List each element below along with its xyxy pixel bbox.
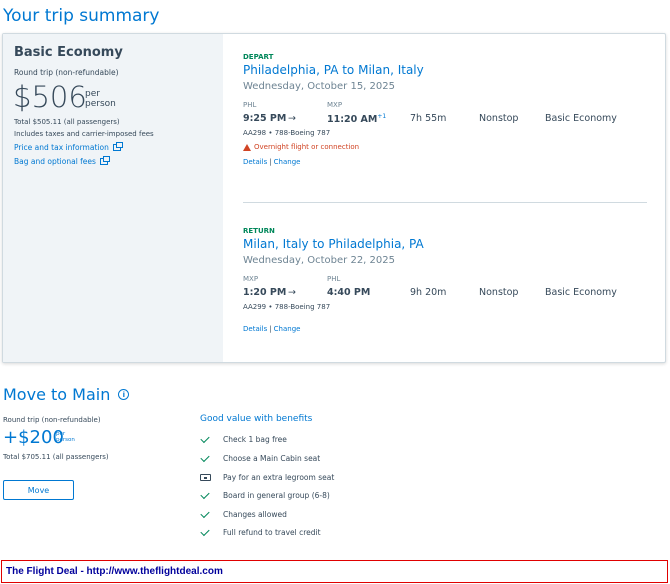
external-link-icon — [112, 142, 123, 151]
flight-number: AA299 • 788-Boeing 787 — [243, 303, 331, 311]
return-airport-codes: MXP PHL — [243, 275, 647, 285]
arrow-icon: → — [288, 113, 296, 124]
benefit-item: Choose a Main Cabin seat — [200, 452, 321, 463]
benefit-text: Pay for an extra legroom seat — [223, 473, 335, 482]
depart-airport-codes: PHL MXP — [243, 101, 647, 111]
fare-summary-panel: Basic Economy Round trip (non-refundable… — [3, 34, 223, 362]
depart-date: Wednesday, October 15, 2025 — [243, 81, 395, 92]
benefit-item: Changes allowed — [200, 508, 287, 519]
arrive-time-group: 11:20 AM+1 — [327, 113, 386, 125]
check-icon — [200, 508, 210, 519]
details-link[interactable]: Details — [243, 158, 267, 166]
benefit-text: Board in general group (6-8) — [223, 491, 330, 500]
bag-fees-link[interactable]: Bag and optional fees — [14, 156, 110, 166]
change-link[interactable]: Change — [274, 325, 301, 333]
depart-route: Philadelphia, PA to Milan, Italy — [243, 63, 424, 77]
upgrade-per-person: per person — [56, 431, 75, 443]
arrow-icon: → — [288, 287, 296, 298]
check-icon — [200, 489, 210, 500]
move-button[interactable]: Move — [3, 480, 74, 500]
check-icon — [200, 452, 210, 463]
benefit-item: Pay for an extra legroom seat — [200, 473, 334, 482]
return-leg: RETURN Milan, Italy to Philadelphia, PA … — [243, 227, 647, 333]
overnight-warning-text: Overnight flight or connection — [254, 143, 360, 151]
person-label: person — [56, 437, 75, 443]
benefit-item: Check 1 bag free — [200, 433, 287, 444]
benefit-item: Board in general group (6-8) — [200, 489, 330, 500]
depart-leg: DEPART Philadelphia, PA to Milan, Italy … — [243, 53, 647, 166]
overnight-warning: Overnight flight or connection — [243, 143, 647, 151]
flight-number: AA298 • 788-Boeing 787 — [243, 129, 331, 137]
move-to-main-title-text: Move to Main — [3, 385, 111, 404]
check-icon — [200, 433, 210, 444]
dest-code: PHL — [327, 275, 341, 283]
fare-total: Total $505.11 (all passengers) — [14, 118, 120, 126]
seat-icon — [200, 474, 211, 481]
per-person-label: per person — [85, 89, 116, 109]
arrive-time: 11:20 AM — [327, 114, 378, 126]
trip-summary-card: Basic Economy Round trip (non-refundable… — [2, 33, 666, 363]
duration: 9h 20m — [410, 287, 447, 298]
warning-icon — [243, 143, 251, 151]
plus-day-badge: +1 — [377, 113, 387, 120]
upgrade-fare-type: Round trip (non-refundable) — [3, 416, 101, 424]
benefit-text: Choose a Main Cabin seat — [223, 454, 321, 463]
person-label: person — [85, 99, 116, 109]
dest-code: MXP — [327, 101, 343, 109]
benefit-text: Changes allowed — [223, 510, 287, 519]
return-times: 1:20 PM → 4:40 PM 9h 20m Nonstop Basic E… — [243, 287, 647, 301]
info-icon[interactable]: i — [118, 389, 130, 400]
return-detail-links: Details | Change — [243, 325, 647, 333]
depart-label: DEPART — [243, 53, 274, 61]
benefit-item: Full refund to travel credit — [200, 526, 321, 537]
return-date: Wednesday, October 22, 2025 — [243, 255, 395, 266]
benefit-text: Full refund to travel credit — [223, 528, 321, 537]
duration: 7h 55m — [410, 113, 447, 124]
footer-banner: The Flight Deal - http://www.theflightde… — [1, 560, 668, 583]
stops: Nonstop — [479, 113, 519, 124]
per-label: per — [85, 89, 100, 99]
check-icon — [200, 526, 210, 537]
fare-taxes-note: Includes taxes and carrier-imposed fees — [14, 130, 154, 138]
leg-divider — [243, 202, 647, 203]
depart-detail-links: Details | Change — [243, 158, 647, 166]
upgrade-total: Total $705.11 (all passengers) — [3, 453, 109, 461]
price-tax-link-label: Price and tax information — [14, 143, 109, 152]
origin-code: MXP — [243, 275, 259, 283]
depart-times: 9:25 PM → 11:20 AM+1 7h 55m Nonstop Basi… — [243, 113, 647, 127]
price-tax-link[interactable]: Price and tax information — [14, 142, 123, 152]
arrive-time: 4:40 PM — [327, 287, 371, 298]
return-route: Milan, Italy to Philadelphia, PA — [243, 237, 424, 251]
external-link-icon — [99, 156, 110, 165]
origin-code: PHL — [243, 101, 257, 109]
cabin: Basic Economy — [545, 113, 617, 124]
upgrade-price: +$200 — [3, 427, 64, 448]
benefits-title: Good value with benefits — [200, 414, 313, 424]
page-title: Your trip summary — [3, 6, 160, 26]
bag-fees-link-label: Bag and optional fees — [14, 157, 96, 166]
details-link[interactable]: Details — [243, 325, 267, 333]
move-to-main-title: Move to Main i — [3, 385, 130, 404]
cabin: Basic Economy — [545, 287, 617, 298]
depart-time: 1:20 PM — [243, 287, 287, 298]
depart-time: 9:25 PM — [243, 113, 287, 124]
return-label: RETURN — [243, 227, 275, 235]
change-link[interactable]: Change — [274, 158, 301, 166]
fare-type: Round trip (non-refundable) — [14, 68, 119, 77]
fare-name: Basic Economy — [14, 45, 123, 60]
stops: Nonstop — [479, 287, 519, 298]
fare-price: $506 — [13, 80, 87, 114]
benefit-text: Check 1 bag free — [223, 435, 287, 444]
